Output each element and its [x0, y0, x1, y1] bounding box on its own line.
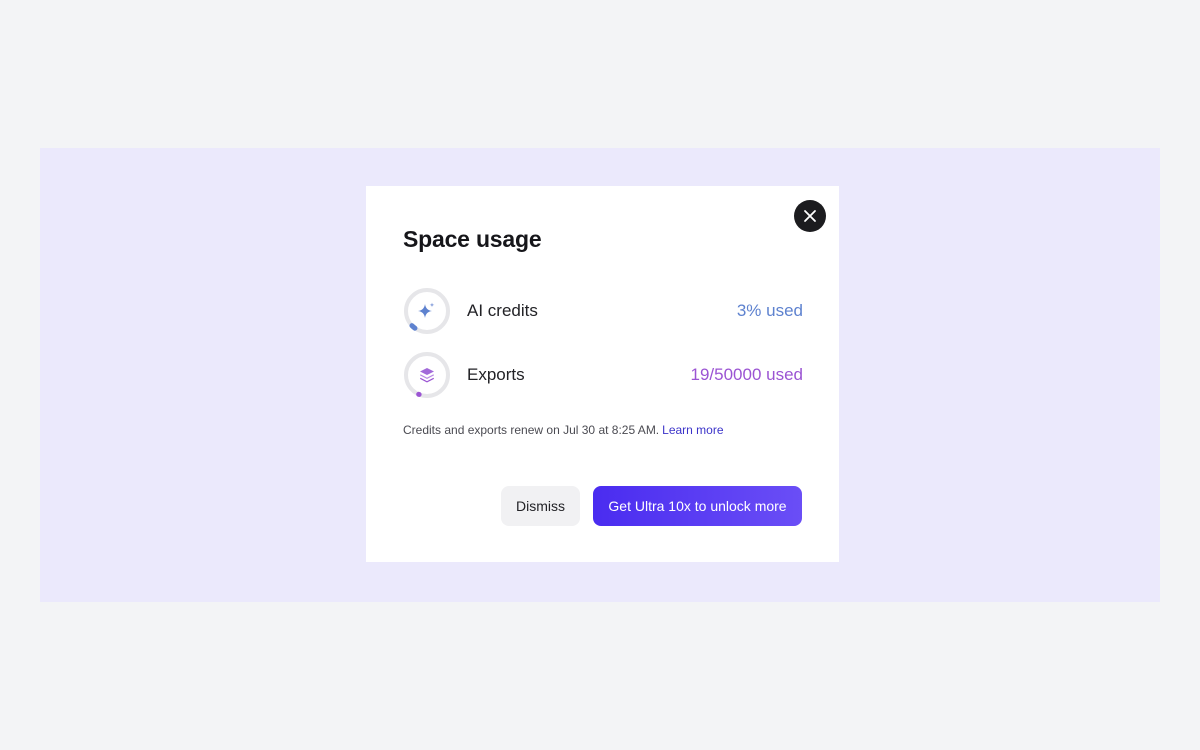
close-icon: [804, 210, 816, 222]
ai-credits-progress-ring: [403, 287, 451, 335]
sparkle-icon: [418, 302, 435, 318]
dismiss-button[interactable]: Dismiss: [501, 486, 580, 526]
usage-value: 3% used: [736, 301, 803, 320]
space-usage-dialog: Space usage AI credits 3% used Exports 1…: [366, 186, 839, 562]
dialog-title: Space usage: [403, 226, 542, 252]
usage-label: Exports: [467, 365, 525, 384]
usage-row-ai-credits: AI credits 3% used: [403, 287, 803, 335]
usage-label: AI credits: [467, 301, 538, 320]
layers-icon: [420, 368, 434, 383]
exports-progress-ring: [403, 351, 451, 399]
usage-value: 19/50000 used: [690, 365, 804, 384]
close-button[interactable]: [794, 200, 826, 232]
usage-row-exports: Exports 19/50000 used: [403, 351, 803, 399]
learn-more-link[interactable]: Learn more: [662, 423, 723, 437]
renewal-note: Credits and exports renew on Jul 30 at 8…: [403, 423, 724, 437]
upgrade-button[interactable]: Get Ultra 10x to unlock more: [593, 486, 802, 526]
renewal-text: Credits and exports renew on Jul 30 at 8…: [403, 423, 660, 437]
